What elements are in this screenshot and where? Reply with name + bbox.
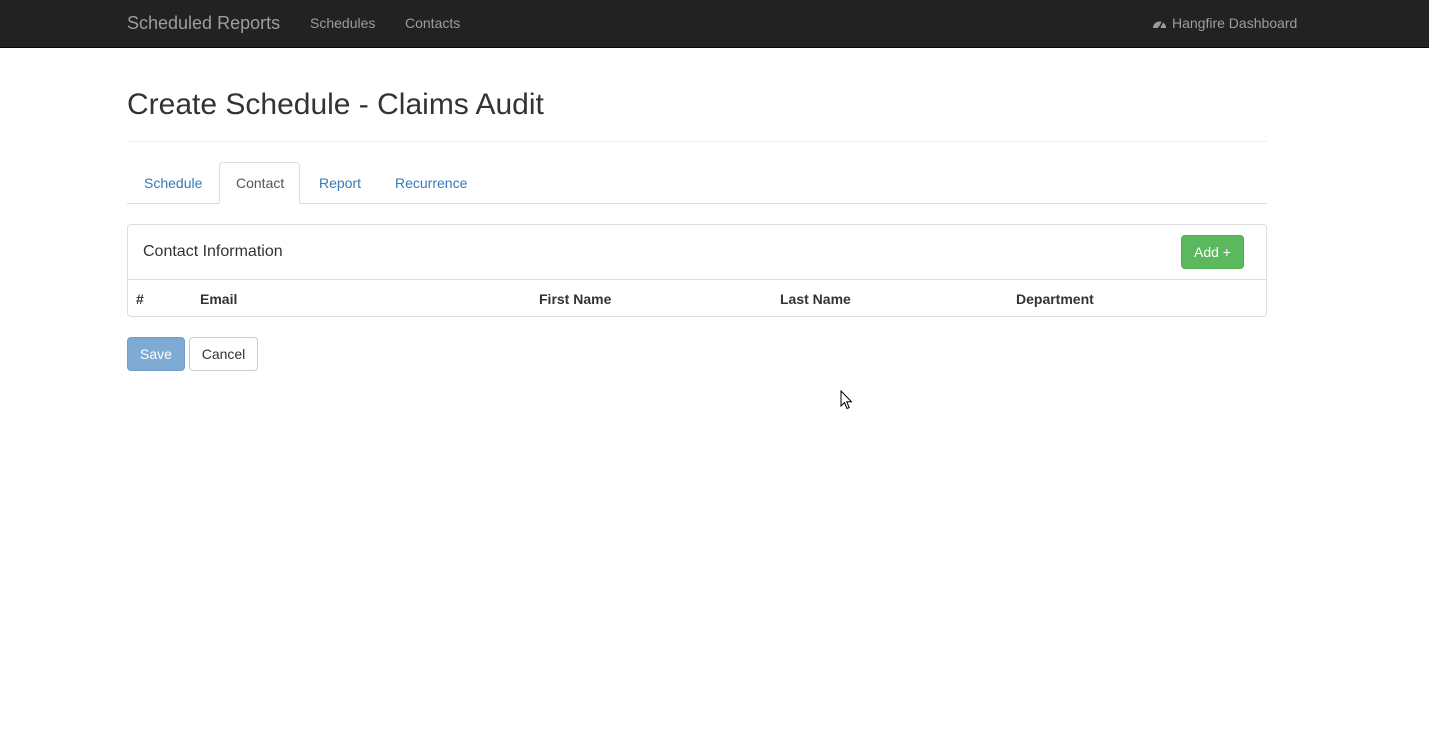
tab-contact[interactable]: Contact [219,162,300,204]
mouse-cursor-icon [840,390,853,410]
add-contact-button[interactable]: Add + [1181,235,1244,269]
tab-report[interactable]: Report [302,162,378,204]
hangfire-dashboard-label: Hangfire Dashboard [1172,15,1298,31]
tab-schedule[interactable]: Schedule [127,162,219,204]
hangfire-dashboard-link[interactable]: Hangfire Dashboard [1152,15,1297,31]
column-header-number: # [136,291,144,307]
top-navbar: Scheduled Reports Schedules Contacts Han… [0,0,1429,48]
column-header-email: Email [200,291,238,307]
column-header-last-name: Last Name [780,291,851,307]
nav-link-contacts[interactable]: Contacts [405,15,460,31]
column-header-department: Department [1016,291,1094,307]
dashboard-icon [1152,17,1167,30]
page-title: Create Schedule - Claims Audit [127,88,544,121]
cancel-button[interactable]: Cancel [189,337,258,371]
panel-heading: Contact Information Add + [128,225,1266,280]
contact-information-panel: Contact Information Add + # Email First … [127,224,1267,317]
nav-link-schedules[interactable]: Schedules [310,15,375,31]
panel-title: Contact Information [143,243,283,260]
schedule-tabs: Schedule Contact Report Recurrence [127,162,1267,204]
column-header-first-name: First Name [539,291,612,307]
save-button[interactable]: Save [127,337,185,371]
tab-recurrence[interactable]: Recurrence [378,162,484,204]
brand-link[interactable]: Scheduled Reports [127,13,280,34]
title-divider [127,141,1267,142]
